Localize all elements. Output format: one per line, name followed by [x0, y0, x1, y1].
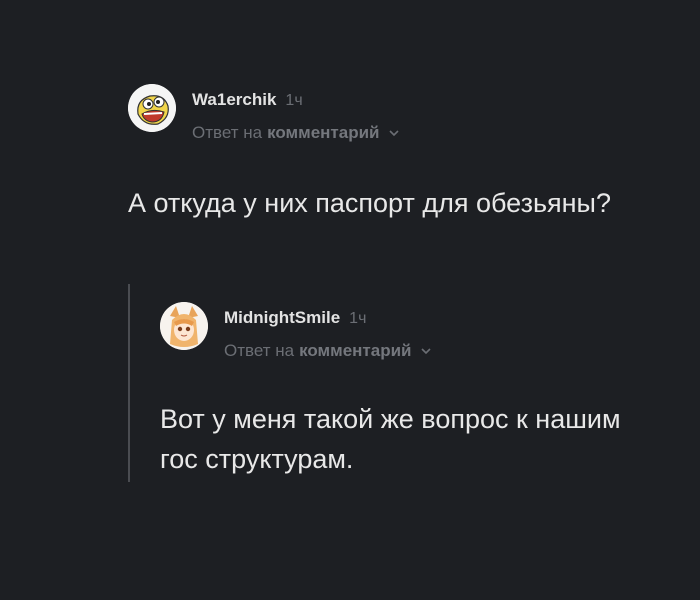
name-row: Wa1erchik 1ч — [192, 90, 400, 110]
comment-header: Wa1erchik 1ч Ответ на комментарий — [128, 84, 668, 143]
comment-meta: MidnightSmile 1ч Ответ на комментарий — [224, 308, 432, 361]
user-avatar[interactable] — [128, 84, 176, 132]
timestamp: 1ч — [349, 310, 367, 327]
reply-target: комментарий — [267, 123, 380, 142]
reply-to-link[interactable]: Ответ на комментарий — [192, 123, 400, 143]
comment-2: MidnightSmile 1ч Ответ на комментарий Во… — [160, 302, 660, 479]
username[interactable]: Wa1erchik — [192, 90, 276, 110]
user-avatar[interactable] — [160, 302, 208, 350]
comment-1: Wa1erchik 1ч Ответ на комментарий А отку… — [128, 84, 668, 223]
cartoon-face-avatar-icon — [128, 84, 176, 132]
username[interactable]: MidnightSmile — [224, 308, 340, 328]
name-row: MidnightSmile 1ч — [224, 308, 432, 328]
chevron-down-icon — [389, 130, 400, 137]
reply-to-link[interactable]: Ответ на комментарий — [224, 341, 432, 361]
reply-target: комментарий — [299, 341, 412, 360]
chevron-down-icon — [421, 348, 432, 355]
comment-text: А откуда у них паспорт для обезьяны? — [128, 188, 611, 218]
thread-line[interactable] — [128, 284, 130, 482]
comment-header: MidnightSmile 1ч Ответ на комментарий — [160, 302, 660, 361]
reply-prefix: Ответ на — [192, 123, 263, 142]
comment-text: Вот у меня такой же вопрос к нашим гос с… — [160, 404, 621, 474]
reply-prefix: Ответ на — [224, 341, 295, 360]
comment-meta: Wa1erchik 1ч Ответ на комментарий — [192, 90, 400, 143]
timestamp: 1ч — [285, 92, 303, 109]
anime-fox-girl-avatar-icon — [160, 302, 208, 350]
